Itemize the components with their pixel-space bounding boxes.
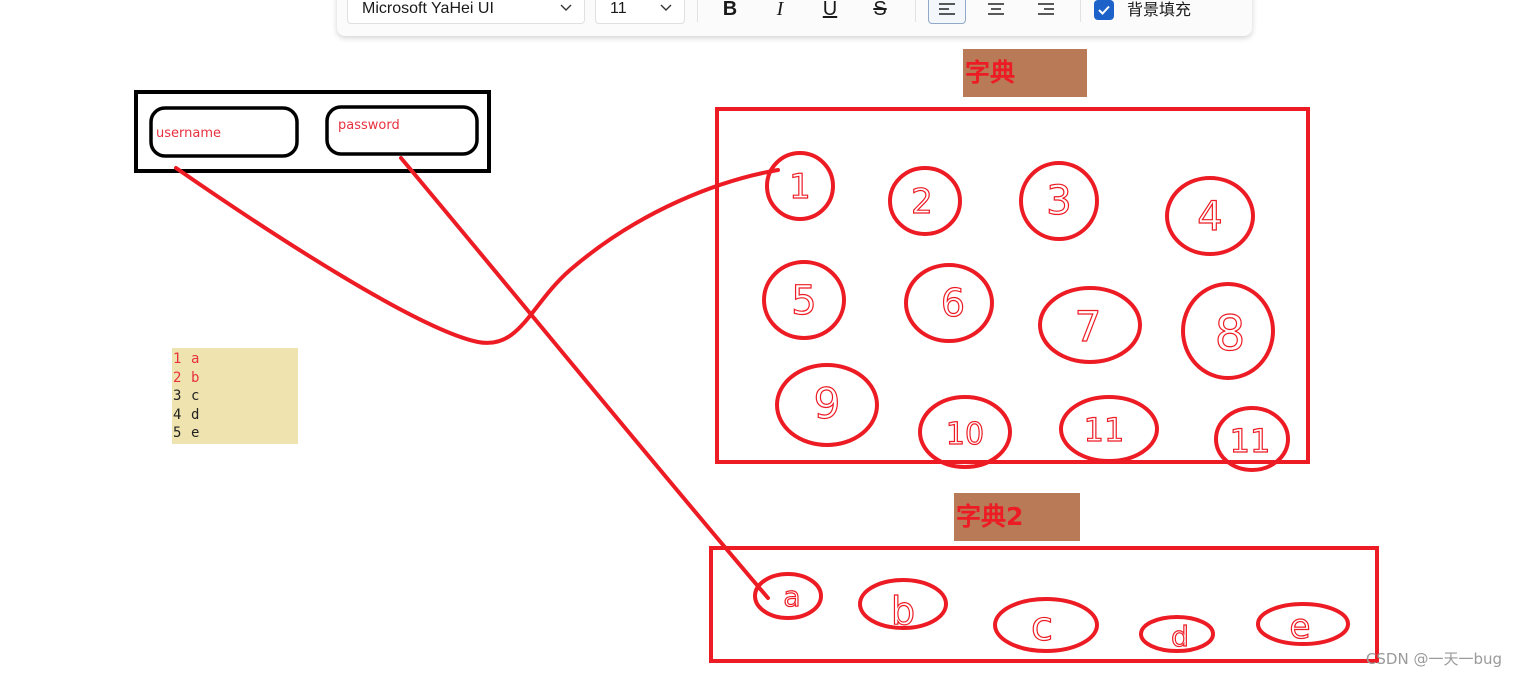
table-row: 5e [173,424,298,443]
strikethrough-icon: S [873,0,887,20]
dict1-value: 8 [1215,306,1246,362]
dict1-item-circle [904,263,994,343]
align-left-icon [939,3,955,15]
dict2-item-circle [753,572,823,620]
row-key: 2 [173,369,182,386]
dict1-item-circle [1165,176,1255,256]
row-key: 1 [173,351,182,367]
italic-icon: I [776,0,784,20]
dict2-frame [709,546,1379,663]
dict1-value: 10 [946,417,984,452]
fill-checkbox[interactable] [1094,0,1114,20]
dict1-item-circle [918,395,1012,469]
dict1-value: 3 [1046,178,1071,224]
fill-checkbox-label: 背景填充 [1127,0,1192,19]
format-toolbar: Microsoft YaHei UI 11 B I U S 背景填充 [337,0,1252,36]
dict1-item-circle [1181,282,1275,380]
dict1-value: 4 [1197,194,1222,240]
dict1-value: 1 [789,167,811,207]
dict1-value: 9 [814,379,841,428]
row-key: 3 [173,388,182,404]
dict2-circles [753,572,1350,653]
dict2-value: c [1031,604,1053,650]
toolbar-divider [697,0,698,22]
dict2-item-circle [1256,602,1350,646]
dict1-value: 6 [941,281,965,325]
chevron-down-icon [560,4,572,11]
table-row: 1a [173,350,298,369]
underline-button[interactable]: U [812,0,848,24]
font-family-value: Microsoft YaHei UI [362,0,494,17]
dict1-item-circle [1038,286,1142,364]
underline-icon: U [822,0,838,20]
align-right-button[interactable] [1028,0,1064,24]
align-center-button[interactable] [978,0,1014,24]
dict2-value: e [1290,607,1311,647]
table-row: 3c [173,387,298,406]
ink-layer: 1 2 3 4 5 6 7 8 9 10 11 11 a b c d e [134,90,1379,663]
dict2-values: a b c d e [783,579,1311,653]
dict1-item-circle [1214,406,1290,472]
dict1-item-circle [762,260,846,340]
dict2-value: d [1171,620,1189,653]
dict2-item-circle [993,597,1099,653]
row-value: d [191,406,200,423]
dict2-title: 字典2 [954,493,1080,541]
font-size-value: 11 [610,0,627,17]
dict2-item-circle [1139,615,1215,653]
username-connector [174,166,780,345]
bold-button[interactable]: B [712,0,748,24]
dict1-item-circle [775,363,879,447]
dict1-value: 11 [1230,422,1271,460]
font-size-select[interactable]: 11 [595,0,685,24]
dict2-value: a [783,580,800,613]
dict1-item-circle [1019,161,1099,241]
row-value: b [191,369,200,386]
bold-icon: B [722,0,738,20]
row-value: a [191,351,200,367]
italic-button[interactable]: I [762,0,798,24]
font-family-select[interactable]: Microsoft YaHei UI [347,0,585,24]
drawing-canvas[interactable]: Microsoft YaHei UI 11 B I U S 背景填充 1 2 3… [0,0,1517,679]
dict1-value: 11 [1084,411,1125,449]
toolbar-divider [915,0,916,22]
dict1-item-circle [888,166,962,236]
key-value-table: 1a 2b 3c 4d 5e [172,348,298,444]
dict1-circles [762,151,1290,472]
password-label: password [338,118,400,133]
password-connector [399,156,770,600]
row-value: e [191,425,200,441]
dict1-value: 7 [1075,302,1102,351]
align-center-icon [988,3,1004,15]
table-row: 4d [173,406,298,425]
watermark: CSDN @一天一bug [1365,650,1502,668]
table-row: 2b [173,369,298,388]
dict1-values: 1 2 3 4 5 6 7 8 9 10 11 11 [789,166,1271,460]
dict2-item-circle [858,578,948,630]
dict1-value: 5 [791,278,816,324]
align-right-icon [1038,3,1054,15]
dict1-title: 字典 [963,49,1087,97]
checkmark-icon [1098,5,1110,15]
dict1-item-circle [765,151,835,221]
toolbar-divider [1080,0,1081,22]
strikethrough-button[interactable]: S [862,0,898,24]
align-left-button[interactable] [928,0,966,24]
row-key: 5 [173,425,182,441]
username-label: username [156,126,221,141]
dict1-item-circle [1059,395,1159,463]
row-value: c [191,388,200,404]
chevron-down-icon [660,4,672,11]
dict2-value: b [891,589,915,633]
row-key: 4 [173,406,182,423]
dict1-frame [715,107,1310,464]
dict1-value: 2 [911,182,933,222]
